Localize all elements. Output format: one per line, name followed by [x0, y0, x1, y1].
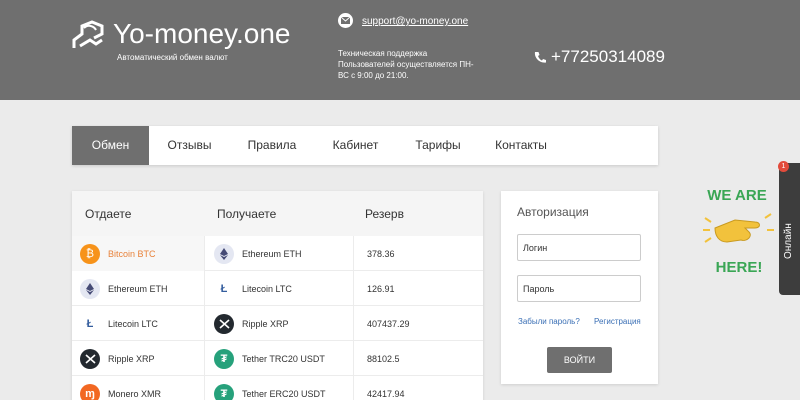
get-cell[interactable]: ₮ Tether TRC20 USDT	[206, 341, 354, 376]
get-cell[interactable]: Ł Litecoin LTC	[206, 271, 354, 306]
column-give: Отдаете	[85, 207, 132, 221]
online-chat-tab[interactable]: Онлайн	[779, 163, 800, 295]
phone-block[interactable]: +77250314089	[534, 47, 665, 67]
login-button[interactable]: ВОЙТИ	[547, 347, 612, 373]
nav-item-rules[interactable]: Правила	[230, 126, 314, 165]
main-nav: Обмен Отзывы Правила Кабинет Тарифы Конт…	[72, 126, 658, 165]
give-cell[interactable]: Ripple XRP	[72, 341, 205, 376]
tether-icon: ₮	[214, 383, 234, 400]
logo-subtitle: Автоматический обмен валют	[117, 53, 228, 62]
reserve-value: 126.91	[367, 283, 395, 294]
get-cell[interactable]: Ethereum ETH	[206, 236, 354, 271]
tether-icon: ₮	[214, 348, 234, 369]
reserve-value: 88102.5	[367, 353, 400, 364]
give-currency-label: Bitcoin BTC	[108, 248, 156, 259]
we-are-here-widget[interactable]: WE ARE HERE!	[697, 180, 777, 280]
reserve-value: 42417.94	[367, 388, 405, 399]
get-currency-label: Ethereum ETH	[242, 248, 302, 259]
give-currency-label: Monero XMR	[108, 388, 162, 399]
forgot-password-link[interactable]: Забыли пароль?	[518, 317, 580, 326]
give-cell[interactable]: Ł Litecoin LTC	[72, 306, 205, 341]
table-row[interactable]: ɱ Monero XMR ₮ Tether ERC20 USDT 42417.9…	[72, 376, 483, 400]
table-row[interactable]: ₿ Bitcoin BTC Ethereum ETH 378.36	[72, 236, 483, 271]
give-currency-label: Ethereum ETH	[108, 283, 168, 294]
nav-item-contacts[interactable]: Контакты	[479, 126, 563, 165]
notification-badge: 1	[778, 161, 789, 172]
register-link[interactable]: Регистрация	[594, 317, 641, 326]
exchange-rows: ₿ Bitcoin BTC Ethereum ETH 378.36 Ethere…	[72, 236, 483, 400]
support-hours-text: Техническая поддержка Пользователей осущ…	[338, 49, 474, 80]
ethereum-icon	[214, 243, 234, 264]
column-get: Получаете	[217, 207, 277, 221]
litecoin-icon: Ł	[214, 278, 234, 299]
bitcoin-icon: ₿	[80, 243, 100, 264]
table-row[interactable]: Ripple XRP ₮ Tether TRC20 USDT 88102.5	[72, 341, 483, 376]
give-cell[interactable]: ₿ Bitcoin BTC	[72, 236, 205, 271]
ripple-icon	[80, 348, 100, 369]
nav-item-exchange[interactable]: Обмен	[72, 126, 149, 165]
give-cell[interactable]: Ethereum ETH	[72, 271, 205, 306]
ethereum-icon	[80, 278, 100, 299]
get-currency-label: Ripple XRP	[242, 318, 289, 329]
table-row[interactable]: Ethereum ETH Ł Litecoin LTC 126.91	[72, 271, 483, 306]
support-email-link[interactable]: support@yo-money.one	[362, 16, 468, 27]
site-header: Yo-money.one Автоматический обмен валют …	[0, 0, 800, 100]
reserve-value: 407437.29	[367, 318, 410, 329]
password-input[interactable]	[517, 275, 641, 302]
logo-title[interactable]: Yo-money.one	[113, 18, 290, 50]
give-currency-label: Litecoin LTC	[108, 318, 158, 329]
give-currency-label: Ripple XRP	[108, 353, 155, 364]
phone-icon	[534, 51, 546, 63]
hand-pointing-icon	[714, 219, 760, 243]
reserve-value: 378.36	[367, 248, 395, 259]
mail-icon	[338, 13, 353, 28]
phone-number[interactable]: +77250314089	[551, 47, 665, 67]
auth-panel: Авторизация Забыли пароль? Регистрация В…	[501, 191, 658, 384]
litecoin-icon: Ł	[80, 313, 100, 334]
widget-line1: WE ARE	[707, 187, 766, 204]
nav-item-reviews[interactable]: Отзывы	[149, 126, 230, 165]
get-currency-label: Litecoin LTC	[242, 283, 292, 294]
get-currency-label: Tether TRC20 USDT	[242, 353, 325, 364]
get-cell[interactable]: ₮ Tether ERC20 USDT	[206, 376, 354, 400]
give-cell[interactable]: ɱ Monero XMR	[72, 376, 205, 400]
login-input[interactable]	[517, 234, 641, 261]
monero-icon: ɱ	[80, 383, 100, 400]
online-label: Онлайн	[783, 223, 794, 259]
exchange-table-header: Отдаете Получаете Резерв	[72, 191, 483, 236]
ripple-icon	[214, 313, 234, 334]
exchange-table: Отдаете Получаете Резерв ₿ Bitcoin BTC E…	[72, 191, 483, 400]
nav-item-account[interactable]: Кабинет	[314, 126, 397, 165]
nav-item-tariffs[interactable]: Тарифы	[397, 126, 479, 165]
auth-title: Авторизация	[517, 205, 589, 219]
get-cell[interactable]: Ripple XRP	[206, 306, 354, 341]
table-row[interactable]: Ł Litecoin LTC Ripple XRP 407437.29	[72, 306, 483, 341]
get-currency-label: Tether ERC20 USDT	[242, 388, 326, 399]
widget-line2: HERE!	[716, 259, 763, 276]
logo-icon[interactable]	[72, 20, 106, 50]
column-reserve: Резерв	[365, 207, 404, 221]
